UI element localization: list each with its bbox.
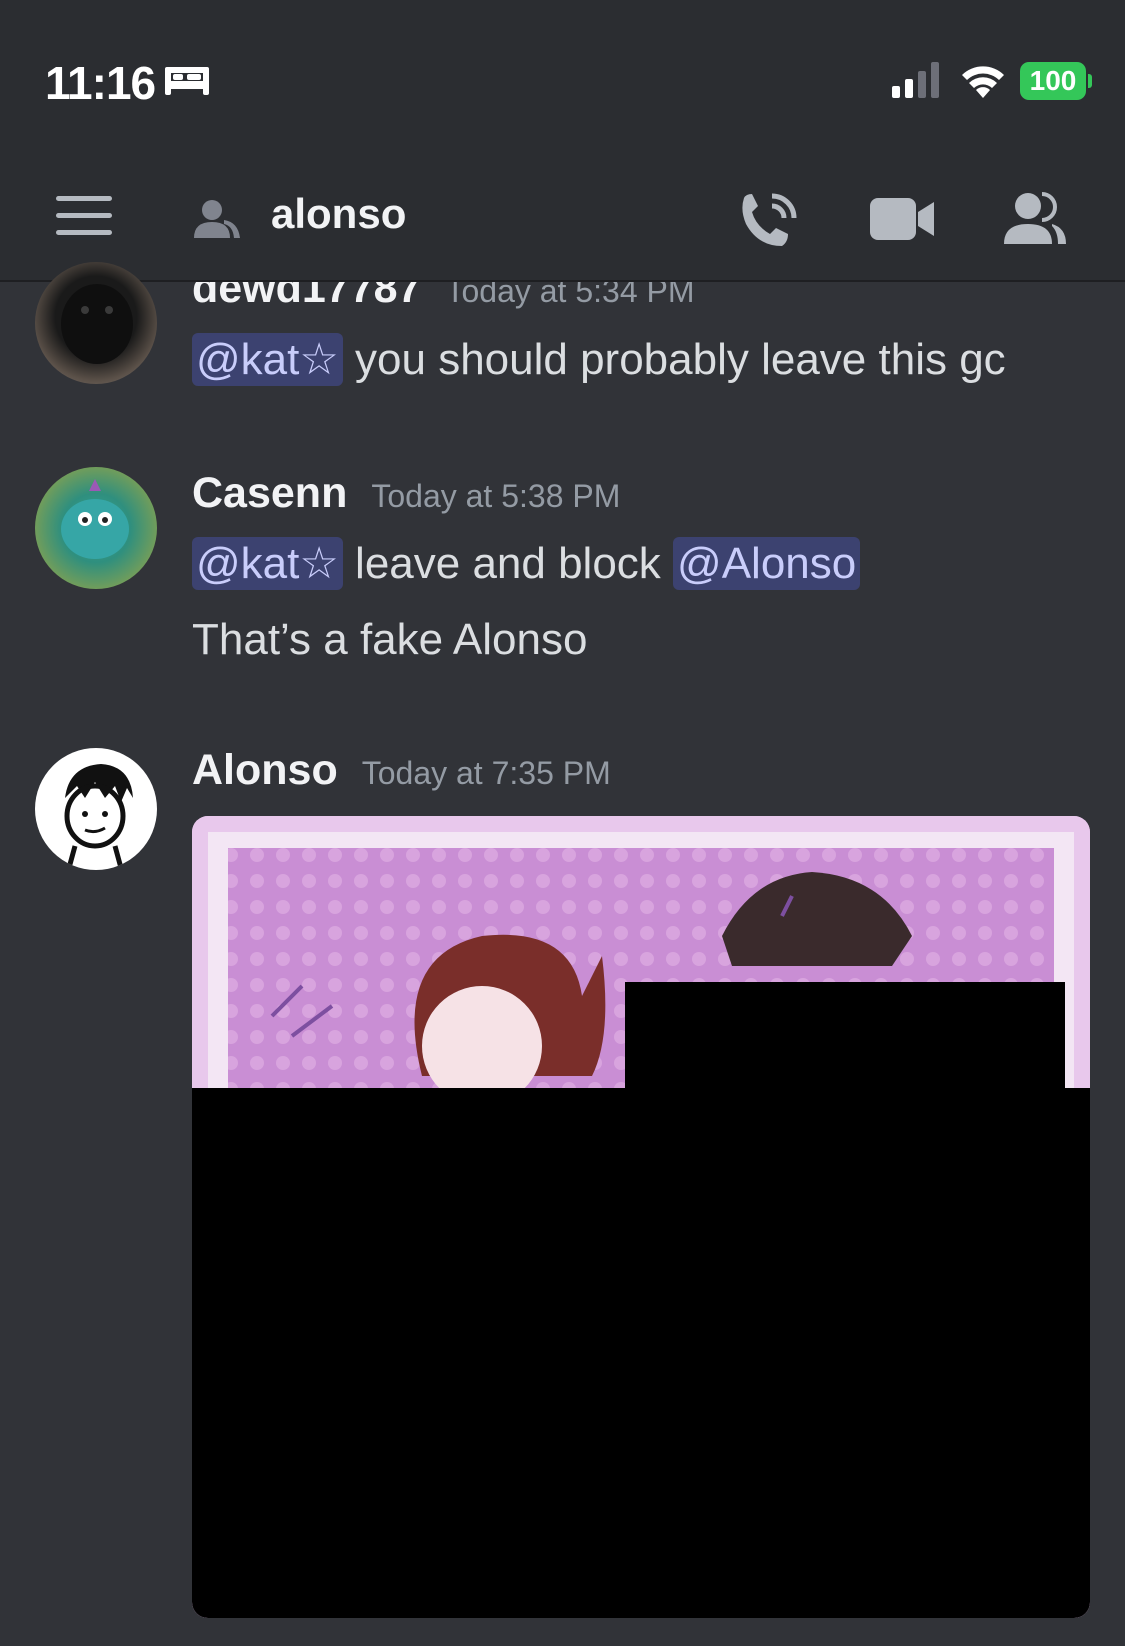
video-call-icon[interactable] [870, 194, 934, 244]
message-text: @kat☆ you should probably leave this gc [192, 333, 1006, 386]
status-time: 11:16 [45, 57, 156, 109]
mention-kat[interactable]: @kat☆ [192, 537, 343, 590]
avatar-casenn[interactable] [35, 467, 157, 589]
mention-kat[interactable]: @kat☆ [192, 333, 343, 386]
message-username[interactable]: Casenn [192, 469, 347, 517]
redaction-block [625, 982, 1065, 1102]
image-attachment[interactable] [192, 816, 1090, 1618]
avatar-dewd[interactable] [35, 262, 157, 384]
hamburger-menu-icon[interactable] [56, 196, 112, 236]
message-username[interactable]: Alonso [192, 746, 338, 794]
message-text: @kat☆ leave and block @Alonso [192, 537, 861, 590]
status-bar: 11:16 100 [0, 0, 1125, 160]
channel-header: alonso [0, 160, 1125, 282]
redaction-block [192, 1088, 1090, 1618]
avatar-alonso[interactable] [35, 748, 157, 870]
discord-screen: 11:16 100 alonso dewd17787 Today at 5:34… [0, 0, 1125, 1646]
battery-tip [1088, 74, 1092, 88]
battery-icon: 100 [1020, 62, 1086, 100]
mention-alonso[interactable]: @Alonso [673, 537, 861, 590]
cellular-signal-icon [892, 62, 939, 98]
message-timestamp: Today at 5:38 PM [371, 478, 621, 514]
bed-icon [165, 67, 209, 95]
members-icon[interactable] [1002, 190, 1068, 246]
message-timestamp: Today at 7:35 PM [361, 755, 611, 791]
channel-title: alonso [271, 190, 407, 237]
dm-user-icon [194, 200, 240, 238]
voice-call-icon[interactable] [738, 190, 800, 250]
wifi-icon [962, 66, 1004, 98]
message-text: That’s a fake Alonso [192, 615, 588, 664]
